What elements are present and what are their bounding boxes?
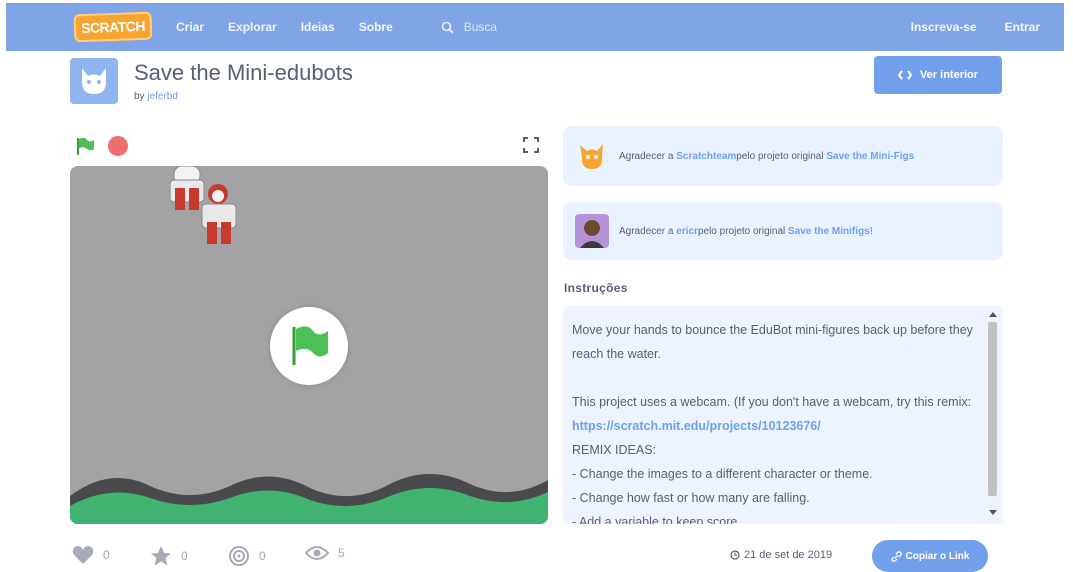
search-placeholder: Busca [463,20,498,34]
scroll-down-arrow[interactable] [989,510,997,515]
views-count: 5 [338,546,345,560]
instructions-text: This project uses a webcam. (If you don'… [572,395,972,409]
credit-project-link[interactable]: Save the Minifigs! [788,226,873,237]
shared-date-text: 21 de set de 2019 [744,549,833,561]
project-title: Save the Mini-edubots [134,60,353,85]
instructions-bullet: - Add a variable to keep score. [572,515,741,524]
user-avatar-icon [575,214,609,248]
shared-date: 21 de set de 2019 [730,549,832,561]
fullscreen-icon[interactable] [520,134,542,156]
scrollbar-thumb[interactable] [988,322,997,496]
see-inside-button[interactable]: Ver interior [874,56,1002,94]
green-flag-icon[interactable] [75,136,95,156]
remix-arrows-icon [897,70,912,80]
scratch-cat-icon [82,68,106,94]
byline-prefix: by [134,91,145,102]
credit-user-link[interactable]: Scratchteam [676,151,736,162]
nav-about[interactable]: Sobre [359,20,393,34]
remix-credit: Agradecer a ericrpelo projeto original S… [563,202,1003,260]
loves-count: 0 [103,548,110,562]
nav-explore[interactable]: Explorar [228,20,277,34]
see-inside-label: Ver interior [919,69,979,81]
remixes-count: 0 [259,549,266,563]
copy-link-label: Copiar o Link [905,550,970,562]
project-byline: by jeferbd [134,91,178,102]
remixes-stat: 0 [228,545,266,567]
credit-middle: pelo projeto original [736,150,827,162]
favorites-stat[interactable]: 0 [150,545,188,567]
scratch-logo[interactable]: SCRATCH [73,11,153,43]
signin-link[interactable]: Entrar [1005,20,1040,34]
instructions-bullet: - Change the images to a different chara… [572,467,873,481]
heart-icon [72,546,94,564]
credit-prefix: Agradecer a [619,150,677,162]
green-flag-overlay-button[interactable] [270,307,348,385]
instructions-heading: Instruções [564,281,628,295]
views-stat: 5 [305,545,345,561]
author-avatar[interactable] [70,58,118,104]
nav-create[interactable]: Criar [176,20,204,34]
eye-icon [305,546,329,560]
author-link[interactable]: jeferbd [147,91,178,102]
join-link[interactable]: Inscreva-se [911,20,977,34]
instructions-line: Move your hands to bounce the EduBot min… [572,323,973,361]
instructions-bullet: - Change how fast or how many are fallin… [572,491,810,505]
loves-stat[interactable]: 0 [72,545,110,565]
star-icon [151,546,171,566]
favorites-count: 0 [181,549,188,563]
credit-user-link[interactable]: ericr [676,226,698,237]
instructions-line: REMIX IDEAS: [572,443,657,457]
remix-icon [229,546,249,566]
search-input[interactable]: Busca [441,12,761,42]
clock-icon [730,550,740,560]
nav-ideas[interactable]: Ideias [301,20,335,34]
remix-credit: Agradecer a Scratchteampelo projeto orig… [563,126,1003,186]
copy-link-button[interactable]: Copiar o Link [872,540,988,572]
scratch-cat-icon [580,144,603,169]
green-flag-icon [292,326,328,365]
instructions-box[interactable]: Move your hands to bounce the EduBot min… [563,306,1003,524]
instructions-line: This project uses a webcam. (If you don'… [572,390,979,438]
nav-account: Inscreva-se Entrar [911,20,1064,34]
link-icon [890,550,902,562]
stop-icon[interactable] [108,136,128,156]
top-navbar: SCRATCH Criar Explorar Ideias Sobre Busc… [6,3,1064,51]
search-icon [441,21,454,34]
credit-prefix: Agradecer a [619,225,677,237]
scroll-up-arrow[interactable] [989,312,997,317]
credit-middle: pelo projeto original [697,225,789,237]
credit-project-link[interactable]: Save the Mini-Figs [826,151,914,162]
remix-url-link[interactable]: https://scratch.mit.edu/projects/1012367… [572,419,821,433]
